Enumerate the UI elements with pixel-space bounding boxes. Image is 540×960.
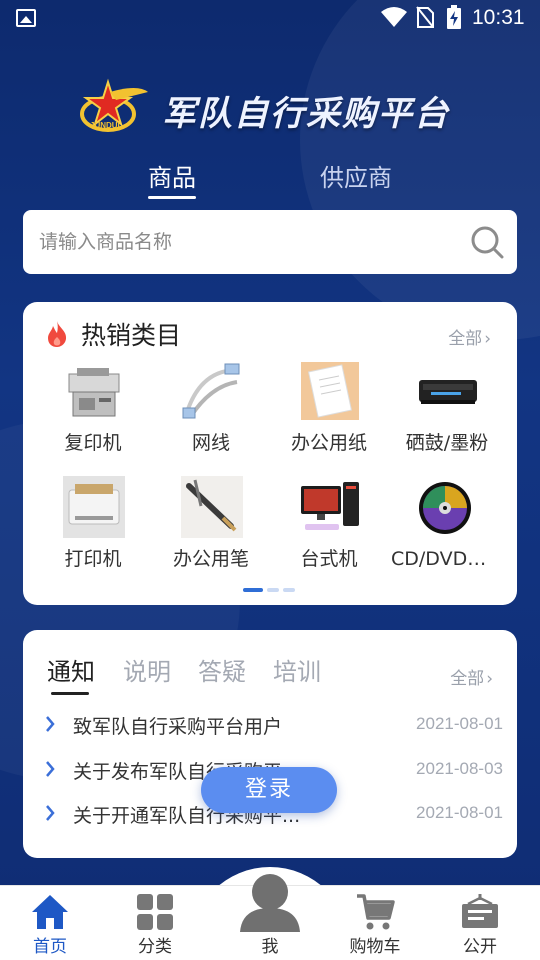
- notice-date: 2021-08-03: [416, 759, 503, 778]
- category-label: 办公用笔: [172, 548, 249, 570]
- notice-card: 通知 说明 答疑 培训 全部 › 致军队自行采购平台用户 2021-08-01 关…: [23, 630, 517, 858]
- desktop-icon: [301, 482, 359, 530]
- category-item-copier[interactable]: 复印机: [33, 360, 153, 470]
- nav-public-label: 公开: [463, 937, 497, 957]
- page-dot: [267, 588, 279, 592]
- army-emblem-icon: JUNDUI: [80, 78, 148, 132]
- nav-home-label: 首页: [33, 937, 67, 957]
- page-dot-active: [243, 588, 263, 592]
- home-icon: [32, 895, 68, 929]
- wifi-icon: [381, 7, 407, 27]
- category-item-printer[interactable]: 打印机: [33, 476, 153, 586]
- page-dot: [283, 588, 295, 592]
- category-item-toner[interactable]: 硒鼓/墨粉: [387, 360, 507, 470]
- app-logo: JUNDUI 军队自行采购平台: [80, 78, 470, 140]
- chevron-right-icon: ›: [484, 329, 491, 349]
- hot-categories-title: 热销类目: [81, 321, 182, 350]
- nav-category-label: 分类: [138, 937, 172, 957]
- hot-categories-more-link[interactable]: 全部 ›: [448, 324, 491, 349]
- hot-categories-card: 热销类目 全部 › 复印机 网线 办公用纸 硒鼓/墨粉 打印机 办公用笔 台式机…: [23, 302, 517, 605]
- active-notice-tab-indicator: [51, 692, 89, 695]
- copier-icon: [68, 368, 120, 417]
- paper-icon: [301, 362, 359, 420]
- nav-category[interactable]: 分类: [105, 886, 205, 960]
- pen-icon: [181, 476, 243, 538]
- category-item-pen[interactable]: 办公用笔: [151, 476, 271, 586]
- notice-date: 2021-08-01: [416, 803, 503, 822]
- search-icon[interactable]: [469, 224, 505, 260]
- category-label: 打印机: [64, 548, 122, 570]
- tab-products[interactable]: 商品: [148, 158, 196, 193]
- category-label: 复印机: [64, 432, 122, 454]
- gallery-notification-icon: [16, 9, 36, 27]
- category-label: 台式机: [300, 548, 358, 570]
- tab-notice[interactable]: 通知: [47, 652, 95, 687]
- printer-icon: [63, 476, 125, 538]
- notices-more-link[interactable]: 全部 ›: [450, 664, 493, 689]
- search-bar: [23, 210, 517, 274]
- notice-date: 2021-08-01: [416, 714, 503, 733]
- chevron-right-icon: [46, 761, 55, 777]
- category-item-office-paper[interactable]: 办公用纸: [269, 360, 389, 470]
- more-label: 全部: [448, 329, 483, 349]
- disc-icon: [419, 482, 471, 534]
- toner-icon: [419, 380, 477, 404]
- tab-training[interactable]: 培训: [273, 652, 321, 687]
- top-tabs: 商品 供应商: [0, 158, 540, 202]
- nav-public[interactable]: 公开: [430, 886, 530, 960]
- network-cable-icon: [182, 363, 240, 419]
- flame-icon: [48, 321, 67, 347]
- notice-title: 致军队自行采购平台用户: [73, 716, 283, 738]
- nav-me[interactable]: 我: [220, 872, 320, 960]
- carousel-page-indicator: [243, 588, 303, 592]
- chevron-right-icon: [46, 716, 55, 732]
- public-board-icon: [462, 894, 498, 928]
- no-sim-icon: [416, 6, 434, 28]
- grid-icon: [137, 894, 173, 930]
- category-label: 办公用纸: [290, 432, 367, 454]
- battery-charging-icon: [447, 5, 461, 29]
- svg-text:JUNDUI: JUNDUI: [90, 121, 120, 130]
- user-avatar-icon: [240, 874, 300, 932]
- search-input[interactable]: [39, 210, 459, 274]
- category-item-network-cable[interactable]: 网线: [151, 360, 271, 470]
- chevron-right-icon: ›: [486, 669, 493, 689]
- more-label: 全部: [450, 669, 485, 689]
- clock: 10:31: [472, 6, 525, 29]
- category-item-desktop[interactable]: 台式机: [269, 476, 389, 586]
- nav-cart-label: 购物车: [349, 937, 401, 957]
- category-item-cd-dvd[interactable]: CD/DVD刻...: [387, 476, 507, 586]
- category-label: 硒鼓/墨粉: [405, 432, 489, 454]
- list-item[interactable]: 致军队自行采购平台用户 2021-08-01: [43, 710, 503, 740]
- status-bar: 10:31: [0, 0, 540, 38]
- tab-faq[interactable]: 答疑: [198, 652, 246, 687]
- nav-home[interactable]: 首页: [0, 886, 100, 960]
- login-button[interactable]: 登录: [201, 767, 337, 813]
- cart-icon: [357, 894, 395, 930]
- category-label: CD/DVD刻...: [391, 548, 505, 570]
- nav-cart[interactable]: 购物车: [325, 886, 425, 960]
- nav-me-label: 我: [261, 937, 279, 957]
- app-title: 军队自行采购平台: [162, 94, 450, 134]
- category-label: 网线: [191, 432, 230, 454]
- chevron-right-icon: [46, 805, 55, 821]
- tab-suppliers[interactable]: 供应商: [320, 158, 392, 193]
- tab-instructions[interactable]: 说明: [123, 652, 171, 687]
- active-tab-indicator: [148, 196, 196, 199]
